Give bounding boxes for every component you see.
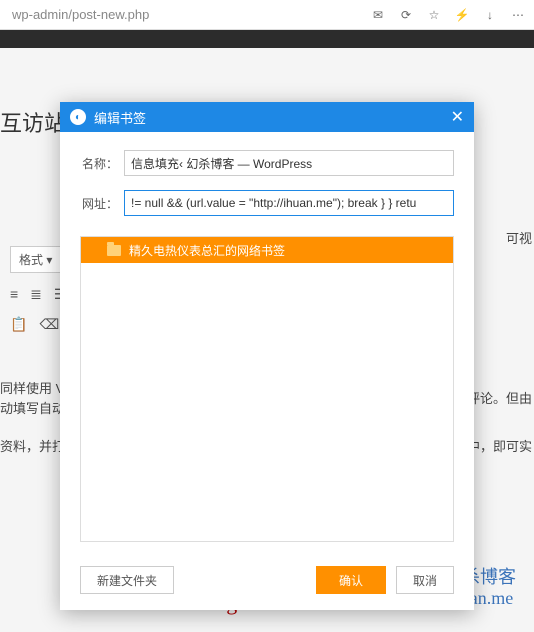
folder-item-selected[interactable]: 精久电热仪表总汇的网络书签 bbox=[81, 237, 453, 263]
browser-actions: ✉ ⟳ ☆ ⚡ ↓ ⋯ bbox=[370, 7, 526, 23]
new-folder-button[interactable]: 新建文件夹 bbox=[80, 566, 174, 594]
name-input[interactable] bbox=[124, 150, 454, 176]
url-label: 网址： bbox=[80, 195, 124, 212]
dialog-body: 名称： 网址： 精久电热仪表总汇的网络书签 bbox=[60, 132, 474, 554]
cancel-button[interactable]: 取消 bbox=[396, 566, 454, 594]
align-left-icon[interactable]: ≡ bbox=[10, 286, 18, 303]
url-row: 网址： bbox=[80, 190, 454, 216]
page-heading: 互访站 bbox=[0, 106, 66, 138]
folder-tree[interactable]: 精久电热仪表总汇的网络书签 bbox=[80, 236, 454, 542]
close-icon[interactable]: ✕ bbox=[451, 107, 464, 127]
bg-para1a: 同样使用 V bbox=[0, 378, 64, 397]
browser-tabstrip bbox=[0, 30, 534, 48]
bg-para2: 资料，并打 bbox=[0, 436, 65, 455]
page-background: 互访站 格式 ▾ 可视 ≡ ≣ ☰ 📋 ⌫ 同样使用 V 动填写自动 评论。但由… bbox=[0, 48, 534, 632]
bg-para1r: 评论。但由 bbox=[467, 388, 532, 407]
app-icon: ◐ bbox=[70, 109, 86, 125]
chevron-down-icon: ▾ bbox=[46, 253, 52, 267]
dialog-titlebar: ◐ 编辑书签 ✕ bbox=[60, 102, 474, 132]
address-bar[interactable]: wp-admin/post-new.php bbox=[8, 7, 370, 22]
folder-label: 精久电热仪表总汇的网络书签 bbox=[129, 242, 285, 259]
mail-icon[interactable]: ✉ bbox=[370, 7, 386, 23]
clear-icon[interactable]: ⌫ bbox=[39, 316, 59, 333]
edit-bookmark-dialog: ◐ 编辑书签 ✕ 名称： 网址： 精久电热仪表总汇的网络书签 新建文件夹 bbox=[60, 102, 474, 610]
star-icon[interactable]: ☆ bbox=[426, 7, 442, 23]
bg-para2r: 中，即可实 bbox=[467, 436, 532, 455]
align-center-icon[interactable]: ≣ bbox=[30, 286, 42, 303]
down-icon[interactable]: ↓ bbox=[482, 7, 498, 23]
editor-toolbar-row1[interactable]: ≡ ≣ ☰ bbox=[10, 286, 66, 303]
format-button[interactable]: 格式 ▾ bbox=[10, 246, 61, 273]
refresh-icon[interactable]: ⟳ bbox=[398, 7, 414, 23]
url-input[interactable] bbox=[124, 190, 454, 216]
clipboard-icon[interactable]: 📋 bbox=[10, 316, 27, 333]
dialog-footer: 新建文件夹 确认 取消 bbox=[60, 554, 474, 610]
dialog-title: 编辑书签 bbox=[94, 108, 451, 127]
bg-para1b: 动填写自动 bbox=[0, 398, 65, 417]
bolt-icon[interactable]: ⚡ bbox=[454, 7, 470, 23]
folder-icon bbox=[107, 245, 121, 256]
name-row: 名称： bbox=[80, 150, 454, 176]
editor-toolbar-row2[interactable]: 📋 ⌫ bbox=[10, 316, 59, 333]
name-label: 名称： bbox=[80, 155, 124, 172]
more-icon[interactable]: ⋯ bbox=[510, 7, 526, 23]
browser-toolbar: wp-admin/post-new.php ✉ ⟳ ☆ ⚡ ↓ ⋯ bbox=[0, 0, 534, 30]
ok-button[interactable]: 确认 bbox=[316, 566, 386, 594]
bg-right-label: 可视 bbox=[506, 228, 532, 247]
